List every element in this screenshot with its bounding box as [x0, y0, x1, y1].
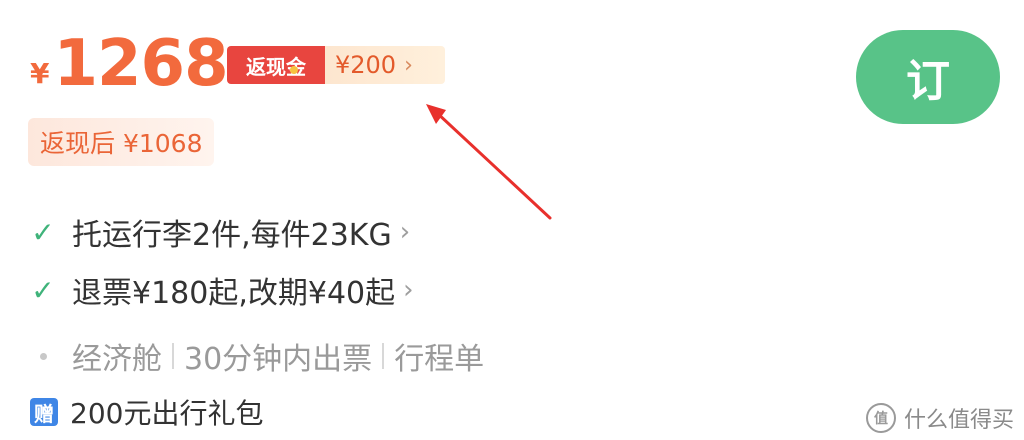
gift-icon: 赠: [30, 398, 58, 426]
after-cashback-label: 返现后 ¥1068: [40, 129, 203, 158]
ticket-info-row: 经济舱 30分钟内出票 行程单: [28, 334, 484, 378]
cashback-badge-label: 返现金: [246, 54, 306, 79]
currency-symbol: ¥: [30, 56, 50, 90]
bullet-dot-icon: [28, 352, 58, 360]
price-row: ¥ 1268: [30, 24, 229, 104]
chevron-right-icon: ›: [404, 52, 413, 78]
itinerary: 行程单: [394, 342, 485, 377]
coin-icon: [290, 66, 298, 74]
watermark-logo-icon: 值: [866, 403, 896, 433]
ticket-price: 1268: [53, 27, 228, 101]
chevron-right-icon: ›: [399, 217, 411, 247]
baggage-feature[interactable]: ✓ 托运行李2件,每件23KG ›: [28, 210, 410, 254]
check-icon: ✓: [31, 273, 55, 307]
divider: [172, 343, 174, 369]
watermark: 值 什么值得买: [866, 402, 1014, 434]
watermark-text: 什么值得买: [904, 408, 1015, 433]
issue-time: 30分钟内出票: [184, 342, 373, 377]
annotation-arrow-line: [434, 110, 552, 220]
chevron-right-icon: ›: [403, 275, 414, 305]
book-button-label: 订: [906, 56, 950, 107]
book-button[interactable]: 订: [856, 30, 1000, 124]
after-cashback-price: 返现后 ¥1068: [28, 118, 215, 166]
cashback-amount-value: ¥200: [335, 51, 397, 79]
refund-feature[interactable]: ✓ 退票¥180起,改期¥40起 ›: [28, 268, 414, 312]
divider: [382, 343, 385, 369]
check-icon: ✓: [31, 215, 55, 249]
cabin-class: 经济舱: [72, 342, 162, 377]
cashback-tag[interactable]: 返现金 ¥200 ›: [227, 46, 445, 84]
cashback-badge: 返现金: [227, 46, 325, 84]
annotation-arrowhead: [426, 104, 446, 124]
gift-row: 赠 200元出行礼包: [30, 392, 263, 432]
refund-feature-text: 退票¥180起,改期¥40起: [72, 276, 396, 311]
baggage-feature-text: 托运行李2件,每件23KG: [72, 218, 392, 253]
gift-text: 200元出行礼包: [70, 397, 264, 430]
cashback-amount: ¥200 ›: [325, 46, 445, 84]
